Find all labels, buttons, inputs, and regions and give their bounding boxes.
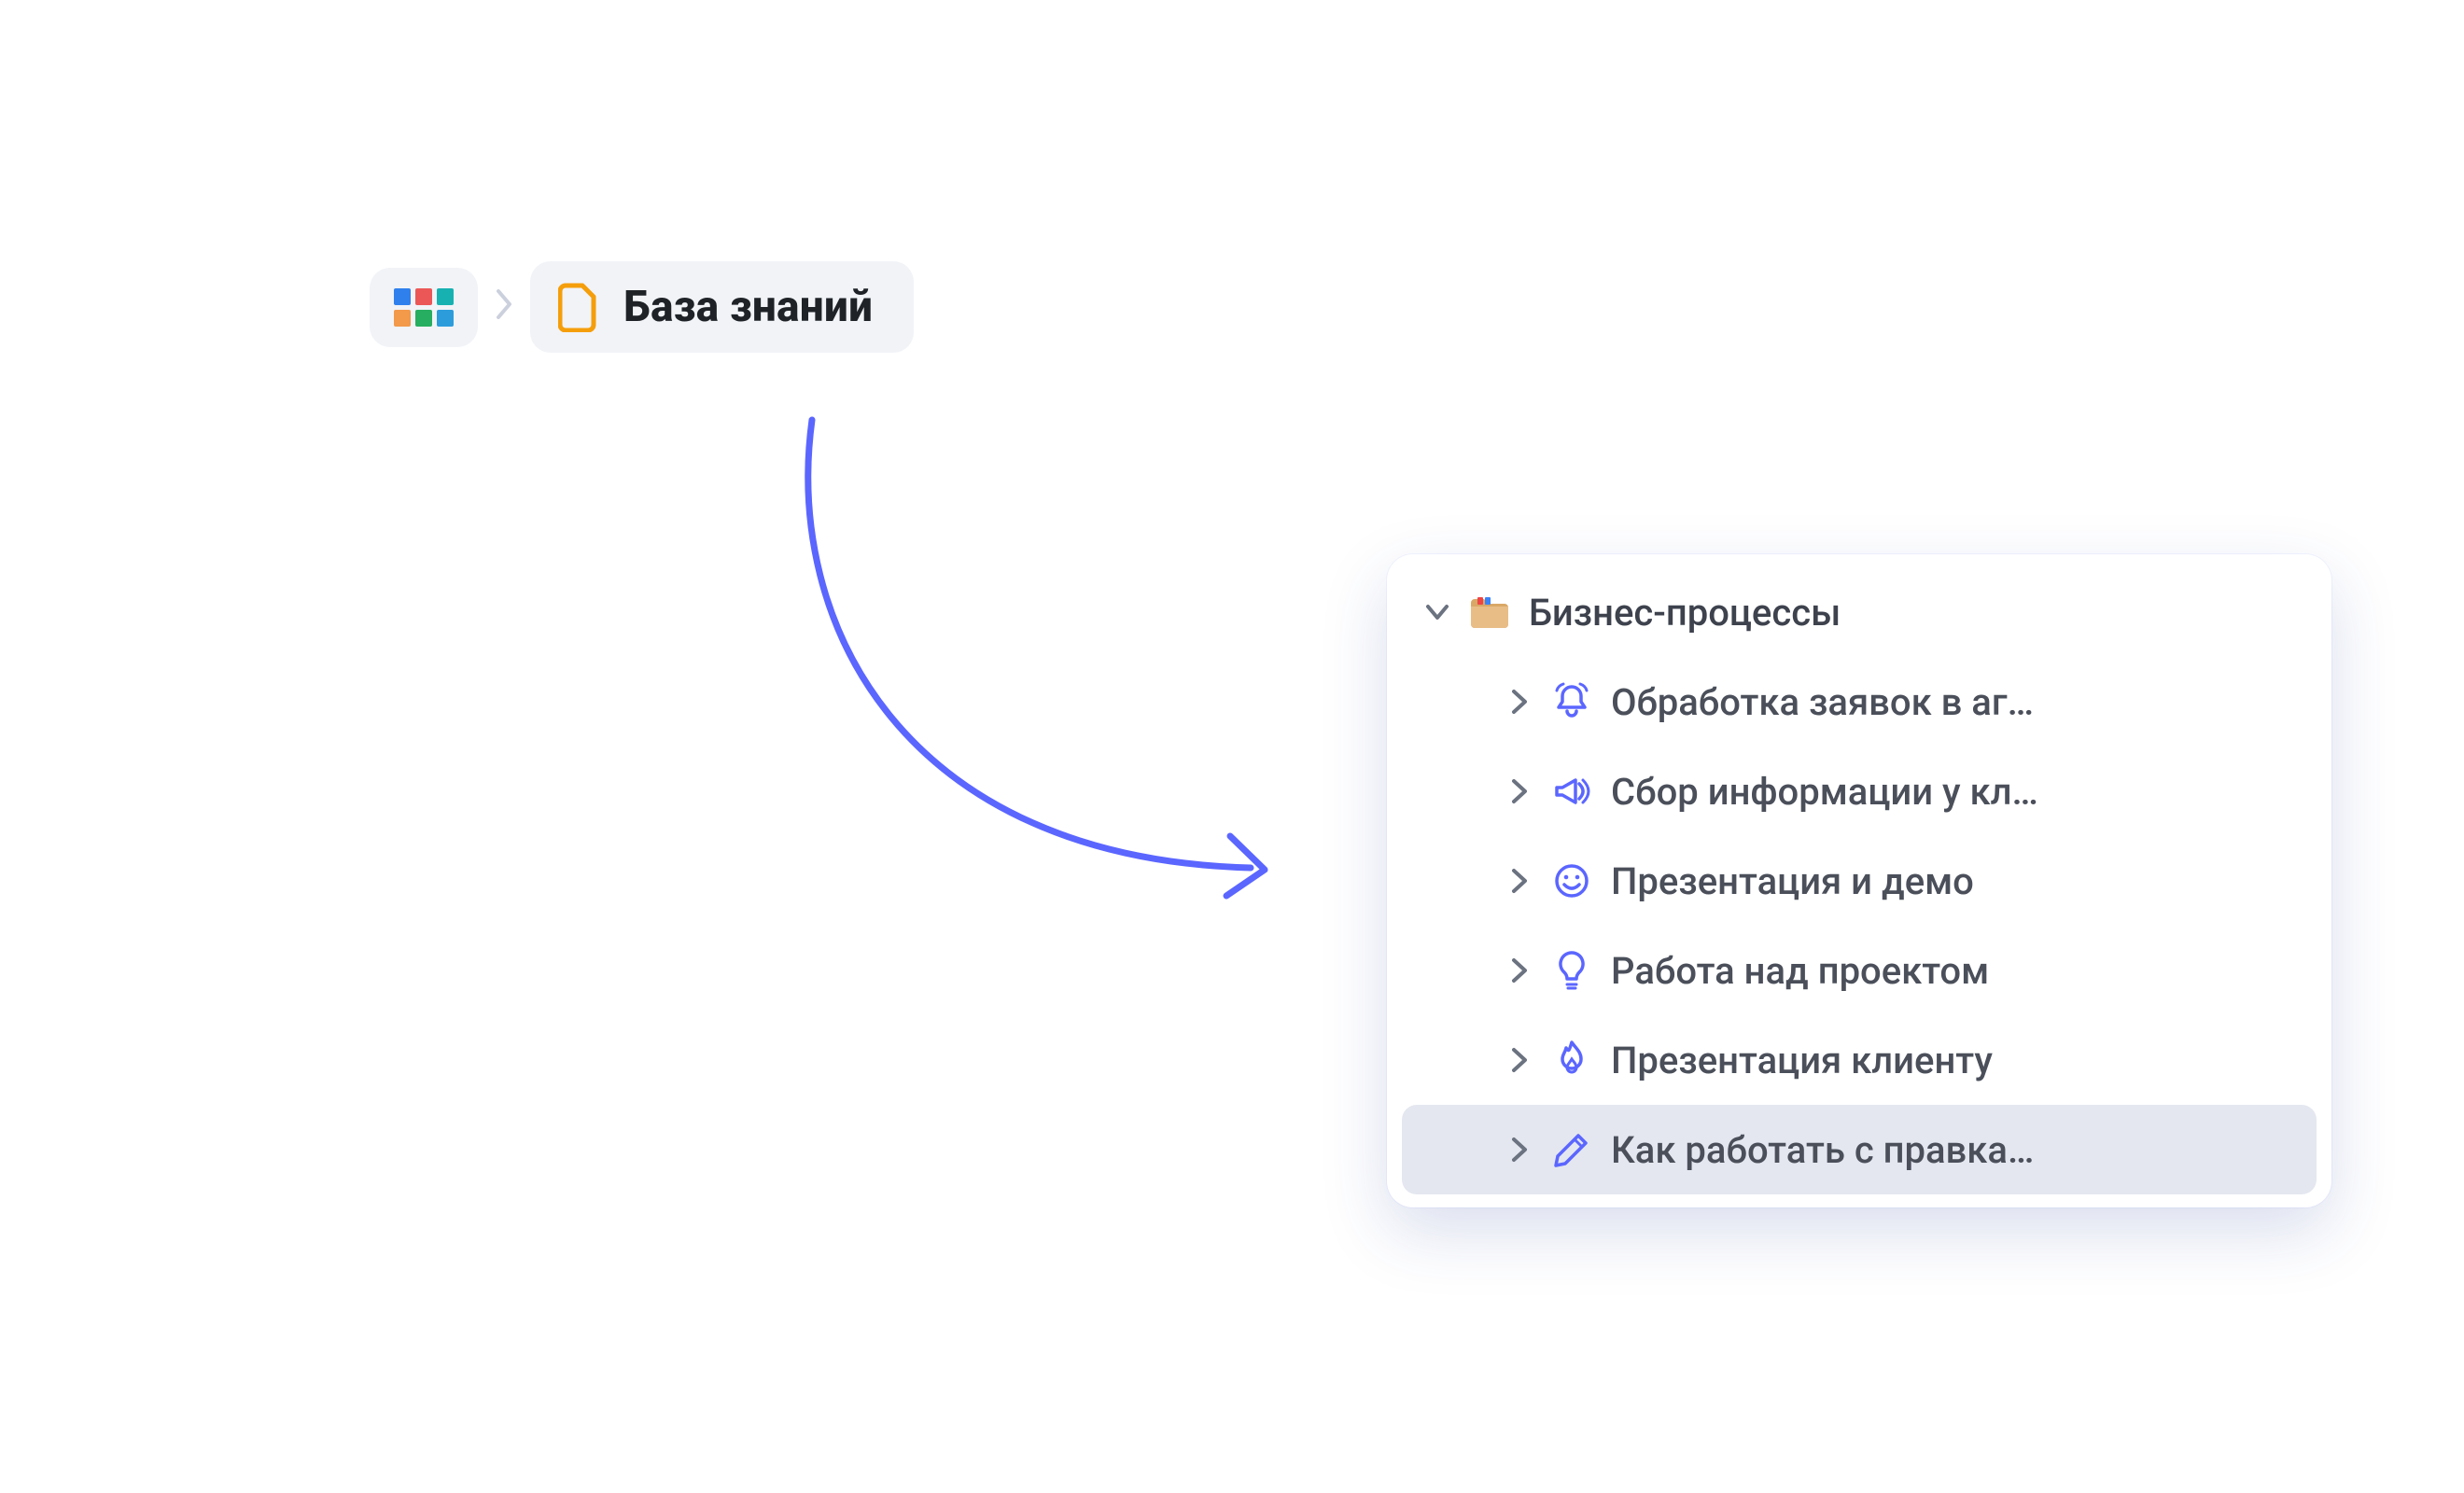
knowledge-base-breadcrumb[interactable]: База знаний [530, 261, 914, 353]
tree-item-label: Обработка заявок в аг… [1611, 680, 2275, 724]
tree-item[interactable]: Как работать с правка… [1402, 1105, 2317, 1194]
folder-index-icon [1463, 593, 1516, 631]
tree-item-label: Презентация и демо [1611, 859, 2275, 903]
tree-item-label: Как работать с правка… [1611, 1128, 2275, 1172]
bell-icon [1546, 681, 1598, 722]
pencil-icon [1546, 1130, 1598, 1169]
tree-group-label: Бизнес-процессы [1529, 591, 2290, 635]
pointer-arrow-icon [765, 411, 1288, 914]
apps-grid-icon [394, 288, 454, 327]
tree-item-label: Сбор информации у кл… [1611, 770, 2275, 814]
tree-item-label: Работа над проектом [1611, 949, 2275, 993]
chevron-right-icon [1503, 1046, 1536, 1074]
breadcrumb: База знаний [370, 261, 914, 353]
flame-icon [1546, 1039, 1598, 1081]
chevron-right-icon [1503, 956, 1536, 984]
chevron-right-icon [1503, 688, 1536, 716]
tree-group-business-processes[interactable]: Бизнес-процессы [1387, 567, 2331, 657]
chevron-right-icon [1503, 1136, 1536, 1164]
knowledge-tree-panel: Бизнес-процессы Обработка заявок в аг… [1387, 554, 2331, 1207]
chevron-right-icon [1503, 867, 1536, 895]
file-icon [558, 282, 599, 332]
breadcrumb-separator-icon [495, 289, 513, 325]
megaphone-icon [1546, 771, 1598, 812]
tree-item-label: Презентация клиенту [1611, 1039, 2275, 1082]
tree-item[interactable]: Презентация и демо [1402, 836, 2317, 926]
smile-icon [1546, 861, 1598, 900]
tree-item[interactable]: Сбор информации у кл… [1402, 746, 2317, 836]
chevron-down-icon [1421, 598, 1454, 626]
tree-item[interactable]: Обработка заявок в аг… [1402, 657, 2317, 746]
chevron-right-icon [1503, 777, 1536, 805]
lightbulb-icon [1546, 949, 1598, 992]
apps-button[interactable] [370, 268, 478, 347]
breadcrumb-label: База знаний [623, 282, 873, 332]
tree-item[interactable]: Работа над проектом [1402, 926, 2317, 1015]
tree-item[interactable]: Презентация клиенту [1402, 1015, 2317, 1105]
